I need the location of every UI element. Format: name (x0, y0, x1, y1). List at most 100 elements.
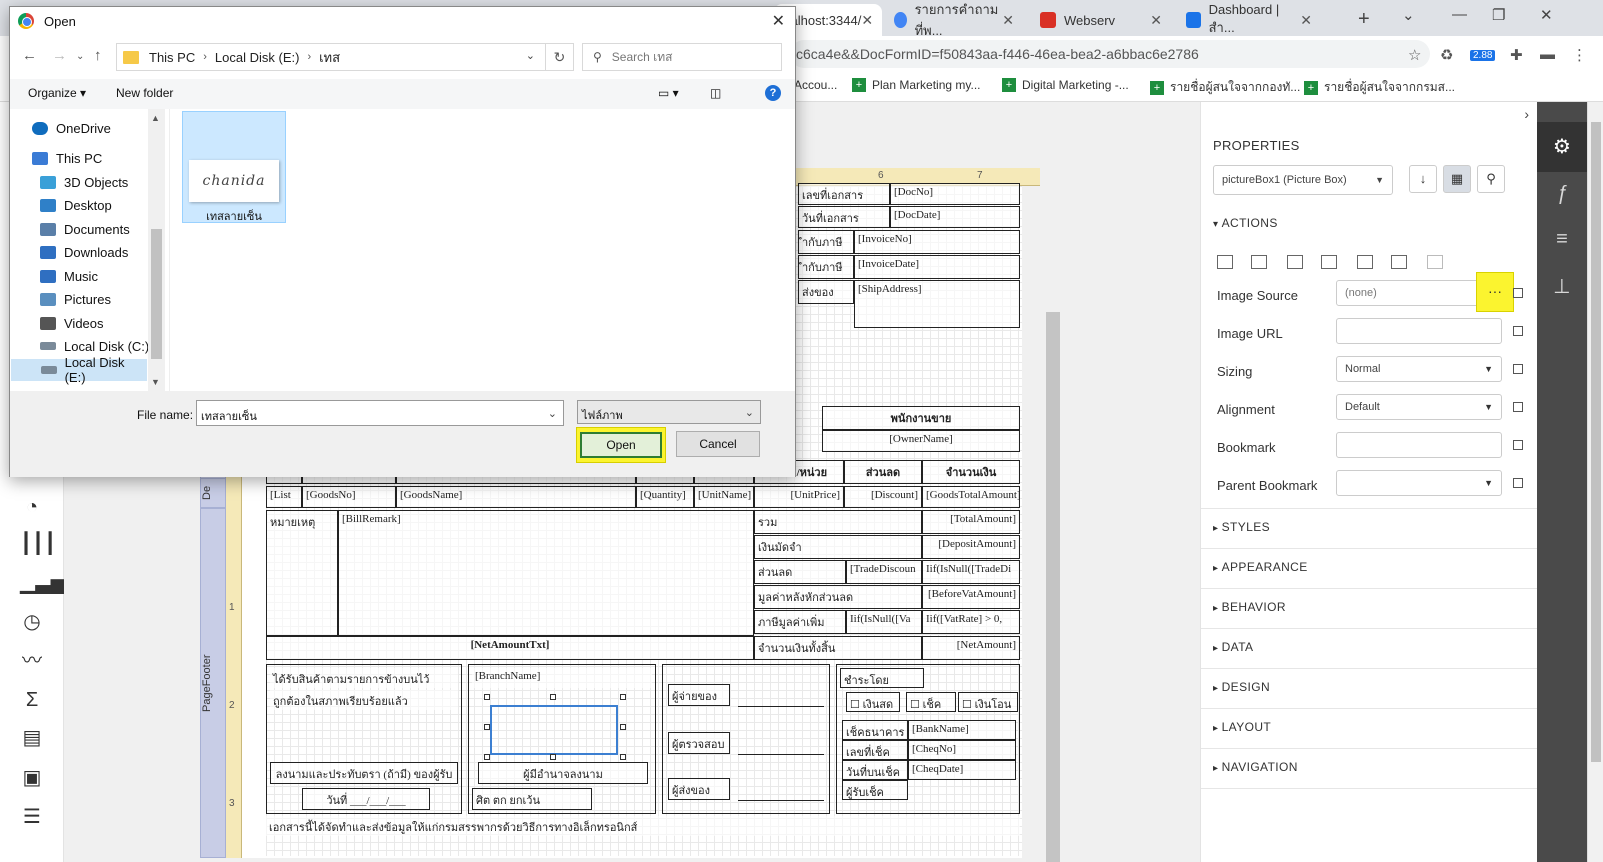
bookmark-item[interactable]: + Plan Marketing my... (852, 78, 980, 92)
close-icon[interactable]: ✕ (772, 11, 785, 31)
report-field[interactable]: [InvoiceNo] (854, 230, 1020, 254)
detail-field[interactable]: [Discount] (844, 486, 922, 508)
bookmark-item[interactable]: + รายชื่อผู้สนใจจากกรมส... (1304, 78, 1455, 97)
report-label[interactable]: เลขที่เอกสาร (798, 183, 890, 205)
bank-field[interactable]: [BankName] (908, 720, 1016, 740)
chevron-up-icon[interactable]: ▲ (151, 113, 160, 123)
band-page-footer[interactable]: PageFooter (200, 508, 226, 858)
section-design[interactable]: DESIGN (1213, 680, 1270, 694)
report-field[interactable]: [InvoiceDate] (854, 255, 1020, 279)
total-field[interactable]: [TotalAmount] (922, 510, 1020, 534)
action-icon[interactable] (1391, 255, 1407, 269)
checker-label[interactable]: ผู้ตรวจสอบ (668, 732, 730, 754)
footer-note[interactable]: เอกสารนี้ได้จัดทำและส่งข้อมูลให้แก่กรมสร… (266, 816, 1020, 836)
address-bar[interactable]: c6ca4e&&DocFormID=f50843aa-f446-46ea-bea… (790, 40, 1430, 68)
search-button[interactable]: ⚲ (1477, 165, 1505, 193)
payer-label[interactable]: ผู้จ่ายของ (668, 684, 730, 706)
reset-checkbox[interactable] (1513, 478, 1523, 488)
nav-item-onedrive[interactable]: OneDrive (32, 117, 111, 139)
sizing-select[interactable]: Normal ▼ (1336, 356, 1502, 382)
total-label[interactable]: มูลค่าหลังหักส่วนลด (754, 585, 922, 609)
detail-field[interactable]: [UnitPrice] (754, 486, 844, 508)
section-navigation[interactable]: NAVIGATION (1213, 760, 1298, 774)
detail-field[interactable]: [UnitName] (694, 486, 754, 508)
gear-icon[interactable]: ⚙ (1537, 122, 1587, 172)
column-header[interactable]: ส่วนลด (844, 460, 922, 484)
report-label[interactable]: ำกับภาษี (798, 230, 854, 254)
cash-checkbox[interactable]: ☐ เงินสด (846, 692, 900, 712)
database-icon[interactable]: ≡ (1549, 226, 1575, 252)
cheq-date-field[interactable]: [CheqDate] (908, 760, 1016, 780)
resize-handle[interactable] (484, 694, 490, 700)
cheq-date-label[interactable]: วันที่บนเช็ค (842, 760, 908, 780)
report-label[interactable]: ส่งของ (798, 280, 854, 304)
reset-checkbox[interactable] (1513, 402, 1523, 412)
window-close-icon[interactable]: ✕ (1540, 6, 1553, 24)
gauge-icon[interactable]: ◷ (20, 610, 44, 634)
resize-handle[interactable] (620, 724, 626, 730)
nav-item-3d-objects[interactable]: 3D Objects (40, 171, 128, 193)
detail-field[interactable]: [Quantity] (636, 486, 694, 508)
profile-icon[interactable]: ▬ (1540, 46, 1555, 63)
clipboard-icon[interactable]: ▤ (20, 726, 44, 750)
up-icon[interactable]: ↑ (94, 47, 102, 64)
file-name-field[interactable]: เทสลายเซ็น ⌄ (196, 400, 564, 426)
transfer-checkbox[interactable]: ☐ เงินโอน (958, 692, 1018, 712)
resize-handle[interactable] (620, 694, 626, 700)
total-label[interactable]: จำนวนเงินทั้งสิ้น (754, 636, 922, 660)
nav-item-music[interactable]: Music (40, 265, 98, 287)
recycle-icon[interactable]: ♻ (1440, 46, 1453, 64)
tab-search-icon[interactable]: ⌄ (1402, 6, 1415, 24)
list-icon[interactable]: ☰ (20, 805, 44, 829)
nav-item-documents[interactable]: Documents (40, 218, 130, 240)
close-icon[interactable]: ✕ (1150, 12, 1162, 29)
nav-item-desktop[interactable]: Desktop (40, 194, 112, 216)
report-label[interactable]: ำกับภาษี (798, 255, 854, 279)
pie-shape-icon[interactable]: ◔ (20, 495, 44, 519)
chevron-down-icon[interactable]: ⌄ (526, 49, 535, 62)
total-field[interactable]: [DepositAmount] (922, 535, 1020, 559)
cancel-button[interactable]: Cancel (676, 431, 760, 457)
nav-scrollbar[interactable]: ▲ ▼ (148, 109, 165, 391)
total-field[interactable]: Iif([VatRate] > 0, (922, 610, 1020, 634)
resize-handle[interactable] (620, 754, 626, 760)
puzzle-icon[interactable]: ✚ (1510, 46, 1523, 64)
nav-item-local-disk-c[interactable]: Local Disk (C:) (40, 335, 149, 357)
tab-dashboard[interactable]: Dashboard | สำ... ✕ (1176, 2, 1322, 36)
reset-checkbox[interactable] (1513, 326, 1523, 336)
bookmark-item[interactable]: + รายชื่อผู้สนใจจากกองทั... (1150, 78, 1300, 97)
chevron-right-icon[interactable]: › (1524, 106, 1529, 122)
resize-handle[interactable] (550, 694, 556, 700)
section-appearance[interactable]: APPEARANCE (1213, 560, 1308, 574)
total-label[interactable]: ส่วนลด (754, 560, 846, 584)
sort-az-button[interactable]: ↓ (1409, 165, 1437, 193)
reset-checkbox[interactable] (1513, 440, 1523, 450)
categorized-button[interactable]: ▦ (1443, 165, 1471, 193)
detail-field[interactable]: [List (266, 486, 302, 508)
action-icon[interactable] (1251, 255, 1267, 269)
report-label[interactable]: วันที่เอกสาร (798, 206, 890, 228)
action-icon[interactable] (1287, 255, 1303, 269)
cheq-no-label[interactable]: เลขที่เช็ค (842, 740, 908, 760)
help-icon[interactable]: ? (765, 85, 781, 101)
total-label[interactable]: รวม (754, 510, 922, 534)
menu-icon[interactable]: ⋮ (1572, 46, 1587, 64)
forward-icon[interactable]: → (52, 47, 67, 64)
net-amount-text[interactable]: [NetAmountTxt] (266, 636, 754, 660)
remark-field[interactable]: [BillRemark] (338, 510, 754, 636)
total-label[interactable]: ภาษีมูลค่าเพิ่ม (754, 610, 846, 634)
image-url-input[interactable] (1336, 318, 1502, 344)
section-behavior[interactable]: BEHAVIOR (1213, 600, 1286, 614)
component-selector[interactable]: pictureBox1 (Picture Box) ▼ (1213, 165, 1393, 195)
action-icon[interactable] (1321, 255, 1337, 269)
minimize-icon[interactable]: — (1452, 6, 1467, 23)
back-icon[interactable]: ← (22, 47, 37, 64)
salesman-label[interactable]: พนักงานขาย (822, 406, 1020, 430)
section-styles[interactable]: STYLES (1213, 520, 1270, 534)
organize-button[interactable]: Organize ▾ (28, 86, 86, 100)
band-detail[interactable]: De (200, 478, 226, 508)
owner-field[interactable]: [OwnerName] (822, 430, 1020, 452)
cheq-receiver-label[interactable]: ผู้รับเช็ค (842, 780, 908, 800)
bookmark-input[interactable] (1336, 432, 1502, 458)
detail-field[interactable]: [GoodsName] (396, 486, 636, 508)
